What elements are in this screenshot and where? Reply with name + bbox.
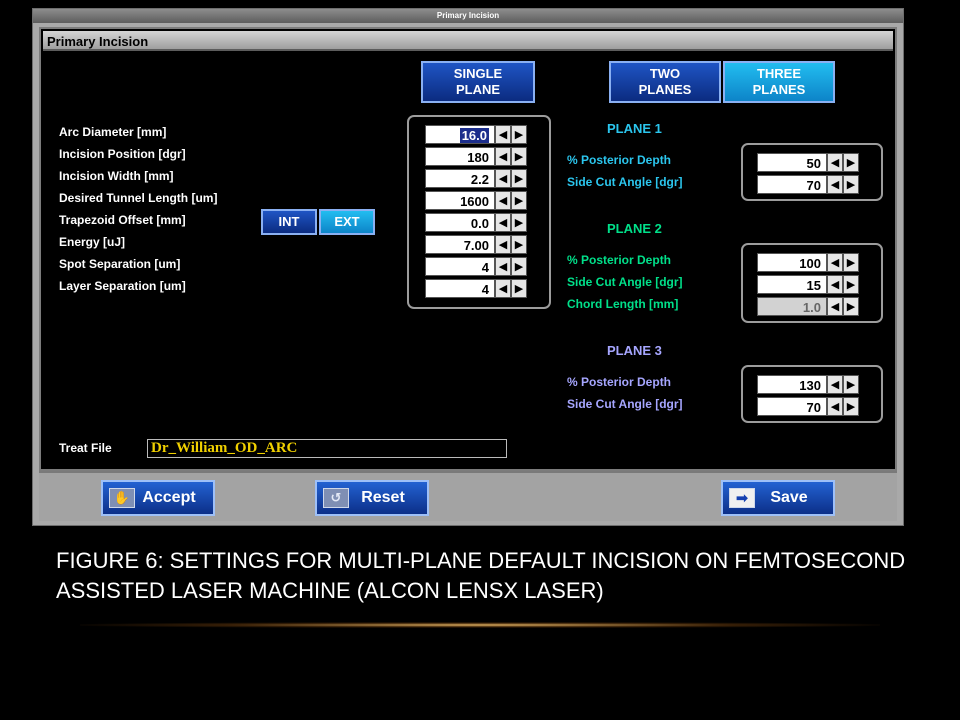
- single-plane-button[interactable]: SINGLE PLANE: [421, 61, 535, 103]
- accept-icon: ✋: [109, 488, 135, 508]
- plane2-chord-length-input[interactable]: 1.0: [757, 297, 827, 316]
- treat-file-label: Treat File: [59, 441, 112, 455]
- decrement-arrow-icon[interactable]: ◀: [495, 257, 511, 276]
- decrement-arrow-icon[interactable]: ◀: [495, 147, 511, 166]
- plane1-field-label: % Posterior Depth: [567, 153, 672, 167]
- plane2-posterior-depth-input[interactable]: 100: [757, 253, 827, 272]
- panel-header: Primary Incision: [43, 31, 893, 51]
- increment-arrow-icon[interactable]: ▶: [511, 279, 527, 298]
- decrement-arrow-icon[interactable]: ◀: [495, 191, 511, 210]
- plane3-field-label: Side Cut Angle [dgr]: [567, 397, 683, 411]
- primary-incision-window: Primary Incision Primary Incision SINGLE…: [32, 8, 904, 526]
- int-offset-button[interactable]: INT: [261, 209, 317, 235]
- plane2-field-label: Chord Length [mm]: [567, 297, 679, 311]
- param-stepper: 180 ◀ ▶: [425, 147, 527, 166]
- increment-arrow-icon[interactable]: ▶: [843, 175, 859, 194]
- decrement-arrow-icon[interactable]: ◀: [827, 297, 843, 316]
- param-stepper: 4 ◀ ▶: [425, 279, 527, 298]
- param-label: Incision Width [mm]: [59, 169, 174, 183]
- increment-arrow-icon[interactable]: ▶: [843, 397, 859, 416]
- increment-arrow-icon[interactable]: ▶: [843, 153, 859, 172]
- param-stepper: 0.0 ◀ ▶: [425, 213, 527, 232]
- increment-arrow-icon[interactable]: ▶: [511, 169, 527, 188]
- plane2-side-cut-angle-input[interactable]: 15: [757, 275, 827, 294]
- spot-separation-input[interactable]: 4: [425, 257, 495, 276]
- decrement-arrow-icon[interactable]: ◀: [827, 253, 843, 272]
- caption-underline-glow: [80, 622, 880, 628]
- decrement-arrow-icon[interactable]: ◀: [827, 275, 843, 294]
- energy-input[interactable]: 7.00: [425, 235, 495, 254]
- reset-button[interactable]: ↺ Reset: [315, 480, 429, 516]
- decrement-arrow-icon[interactable]: ◀: [827, 175, 843, 194]
- param-stepper: 15 ◀ ▶: [757, 275, 859, 294]
- decrement-arrow-icon[interactable]: ◀: [495, 213, 511, 232]
- param-stepper: 50 ◀ ▶: [757, 153, 859, 172]
- action-bar: ✋ Accept ↺ Reset ➡ Save: [39, 471, 897, 521]
- increment-arrow-icon[interactable]: ▶: [511, 235, 527, 254]
- param-stepper: 70 ◀ ▶: [757, 175, 859, 194]
- two-planes-button[interactable]: TWO PLANES: [609, 61, 721, 103]
- accept-button[interactable]: ✋ Accept: [101, 480, 215, 516]
- decrement-arrow-icon[interactable]: ◀: [827, 397, 843, 416]
- decrement-arrow-icon[interactable]: ◀: [495, 235, 511, 254]
- arc-diameter-input[interactable]: 16.0: [425, 125, 495, 144]
- plane3-side-cut-angle-input[interactable]: 70: [757, 397, 827, 416]
- param-label: Energy [uJ]: [59, 235, 126, 249]
- decrement-arrow-icon[interactable]: ◀: [495, 125, 511, 144]
- param-label: Arc Diameter [mm]: [59, 125, 167, 139]
- param-label: Trapezoid Offset [mm]: [59, 213, 186, 227]
- figure-caption: Figure 6: Settings for multi-plane defau…: [56, 548, 906, 603]
- param-stepper: 130 ◀ ▶: [757, 375, 859, 394]
- plane1-posterior-depth-input[interactable]: 50: [757, 153, 827, 172]
- increment-arrow-icon[interactable]: ▶: [843, 253, 859, 272]
- increment-arrow-icon[interactable]: ▶: [843, 375, 859, 394]
- decrement-arrow-icon[interactable]: ◀: [495, 169, 511, 188]
- plane1-field-label: Side Cut Angle [dgr]: [567, 175, 683, 189]
- window-title: Primary Incision: [33, 9, 903, 23]
- increment-arrow-icon[interactable]: ▶: [511, 191, 527, 210]
- plane2-field-label: Side Cut Angle [dgr]: [567, 275, 683, 289]
- treat-file-input[interactable]: Dr_William_OD_ARC: [147, 439, 507, 458]
- plane3-posterior-depth-input[interactable]: 130: [757, 375, 827, 394]
- plane2-field-label: % Posterior Depth: [567, 253, 672, 267]
- increment-arrow-icon[interactable]: ▶: [511, 147, 527, 166]
- param-stepper: 7.00 ◀ ▶: [425, 235, 527, 254]
- param-stepper: 16.0 ◀ ▶: [425, 125, 527, 144]
- three-planes-button[interactable]: THREE PLANES: [723, 61, 835, 103]
- decrement-arrow-icon[interactable]: ◀: [827, 375, 843, 394]
- param-label: Desired Tunnel Length [um]: [59, 191, 218, 205]
- incision-width-input[interactable]: 2.2: [425, 169, 495, 188]
- param-stepper: 70 ◀ ▶: [757, 397, 859, 416]
- param-stepper: 1600 ◀ ▶: [425, 191, 527, 210]
- plane3-field-label: % Posterior Depth: [567, 375, 672, 389]
- increment-arrow-icon[interactable]: ▶: [843, 297, 859, 316]
- plane1-side-cut-angle-input[interactable]: 70: [757, 175, 827, 194]
- param-label: Incision Position [dgr]: [59, 147, 186, 161]
- param-stepper: 1.0 ◀ ▶: [757, 297, 859, 316]
- plane1-title: PLANE 1: [607, 121, 662, 136]
- tunnel-length-input[interactable]: 1600: [425, 191, 495, 210]
- layer-separation-input[interactable]: 4: [425, 279, 495, 298]
- reset-icon: ↺: [323, 488, 349, 508]
- plane2-title: PLANE 2: [607, 221, 662, 236]
- ext-offset-button[interactable]: EXT: [319, 209, 375, 235]
- save-button[interactable]: ➡ Save: [721, 480, 835, 516]
- param-stepper: 4 ◀ ▶: [425, 257, 527, 276]
- param-stepper: 100 ◀ ▶: [757, 253, 859, 272]
- param-label: Spot Separation [um]: [59, 257, 181, 271]
- decrement-arrow-icon[interactable]: ◀: [495, 279, 511, 298]
- decrement-arrow-icon[interactable]: ◀: [827, 153, 843, 172]
- increment-arrow-icon[interactable]: ▶: [843, 275, 859, 294]
- param-label: Layer Separation [um]: [59, 279, 186, 293]
- param-stepper: 2.2 ◀ ▶: [425, 169, 527, 188]
- plane3-title: PLANE 3: [607, 343, 662, 358]
- increment-arrow-icon[interactable]: ▶: [511, 257, 527, 276]
- panel-title: Primary Incision: [47, 34, 149, 49]
- arrow-right-icon: ➡: [729, 488, 755, 508]
- increment-arrow-icon[interactable]: ▶: [511, 125, 527, 144]
- incision-position-input[interactable]: 180: [425, 147, 495, 166]
- trapezoid-offset-input[interactable]: 0.0: [425, 213, 495, 232]
- settings-panel: Primary Incision SINGLE PLANE TWO PLANES…: [39, 27, 897, 471]
- increment-arrow-icon[interactable]: ▶: [511, 213, 527, 232]
